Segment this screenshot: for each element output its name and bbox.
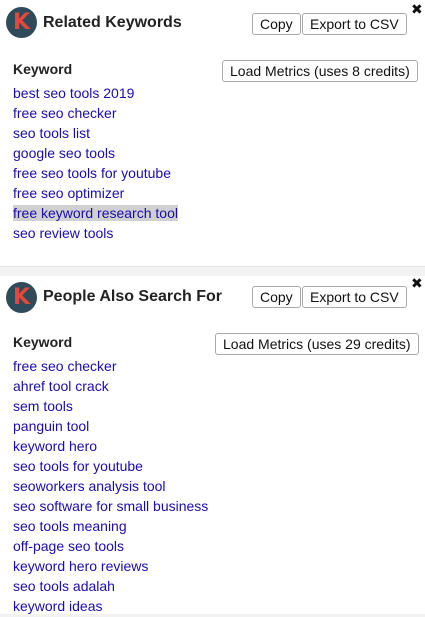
keyword-link[interactable]: free seo tools for youtube xyxy=(13,165,171,181)
keyword-link[interactable]: panguin tool xyxy=(13,418,89,434)
keyword-link[interactable]: free seo checker xyxy=(13,358,117,374)
keyword-link[interactable]: ahref tool crack xyxy=(13,378,109,394)
keyword-column-header: Keyword xyxy=(13,61,73,77)
keyword-link[interactable]: seo tools for youtube xyxy=(13,458,143,474)
list-item: best seo tools 2019 xyxy=(13,83,178,103)
keyword-link[interactable]: seo tools adalah xyxy=(13,578,115,594)
copy-button[interactable]: Copy xyxy=(252,286,301,308)
keyword-link[interactable]: seo tools list xyxy=(13,125,90,141)
keyword-list: free seo checker ahref tool crack sem to… xyxy=(13,356,208,616)
keyword-link[interactable]: free seo optimizer xyxy=(13,185,124,201)
keyword-link[interactable]: off-page seo tools xyxy=(13,538,124,554)
list-item: free seo checker xyxy=(13,356,208,376)
list-item: panguin tool xyxy=(13,416,208,436)
list-item: free seo tools for youtube xyxy=(13,163,178,183)
keyword-link[interactable]: google seo tools xyxy=(13,145,115,161)
panel-title: People Also Search For xyxy=(43,288,223,305)
keyword-link[interactable]: seo software for small business xyxy=(13,498,208,514)
keyword-link[interactable]: seoworkers analysis tool xyxy=(13,478,166,494)
list-item: seo tools for youtube xyxy=(13,456,208,476)
list-item: off-page seo tools xyxy=(13,536,208,556)
keyword-link[interactable]: keyword ideas xyxy=(13,598,103,614)
list-item: keyword hero reviews xyxy=(13,556,208,576)
list-item: ahref tool crack xyxy=(13,376,208,396)
keyword-column-header: Keyword xyxy=(13,334,73,350)
list-item: seo tools list xyxy=(13,123,178,143)
list-item: seoworkers analysis tool xyxy=(13,476,208,496)
copy-button[interactable]: Copy xyxy=(252,13,301,35)
list-item: seo tools adalah xyxy=(13,576,208,596)
panel-title: Related Keywords xyxy=(43,14,182,31)
keywords-everywhere-logo-icon: K xyxy=(6,282,37,313)
keyword-list: best seo tools 2019 free seo checker seo… xyxy=(13,83,178,243)
export-csv-button[interactable]: Export to CSV xyxy=(302,13,407,35)
list-item: google seo tools xyxy=(13,143,178,163)
list-item: keyword hero xyxy=(13,436,208,456)
keyword-link[interactable]: seo review tools xyxy=(13,225,113,241)
list-item: keyword ideas xyxy=(13,596,208,616)
keyword-link[interactable]: best seo tools 2019 xyxy=(13,85,134,101)
list-item: sem tools xyxy=(13,396,208,416)
list-item: seo review tools xyxy=(13,223,178,243)
list-item: free seo checker xyxy=(13,103,178,123)
keyword-link[interactable]: keyword hero xyxy=(13,438,97,454)
keyword-link[interactable]: keyword hero reviews xyxy=(13,558,148,574)
list-item: seo software for small business xyxy=(13,496,208,516)
keyword-link[interactable]: free seo checker xyxy=(13,105,117,121)
keywords-everywhere-logo-icon: K xyxy=(6,7,37,38)
people-also-search-for-panel: K People Also Search For Copy Export to … xyxy=(0,276,425,614)
keyword-link[interactable]: sem tools xyxy=(13,398,73,414)
keyword-link-highlighted[interactable]: free keyword research tool xyxy=(13,205,178,221)
list-item: free seo optimizer xyxy=(13,183,178,203)
related-keywords-panel: K Related Keywords Copy Export to CSV ✖ … xyxy=(0,0,425,267)
load-metrics-button[interactable]: Load Metrics (uses 29 credits) xyxy=(215,333,419,355)
load-metrics-button[interactable]: Load Metrics (uses 8 credits) xyxy=(222,60,418,82)
close-icon[interactable]: ✖ xyxy=(411,277,423,291)
list-item: seo tools meaning xyxy=(13,516,208,536)
list-item: free keyword research tool xyxy=(13,203,178,223)
export-csv-button[interactable]: Export to CSV xyxy=(302,286,407,308)
keyword-link[interactable]: seo tools meaning xyxy=(13,518,127,534)
close-icon[interactable]: ✖ xyxy=(411,3,423,17)
